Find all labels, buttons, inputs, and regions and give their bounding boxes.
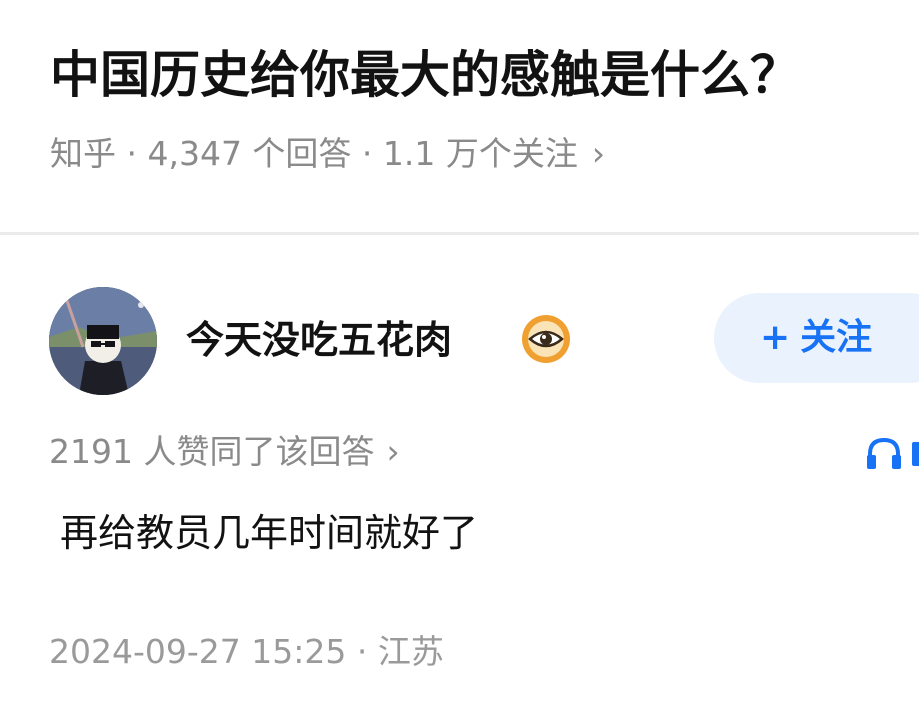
upvote-count[interactable]: 2191 人赞同了该回答 › — [49, 430, 400, 474]
question-title[interactable]: 中国历史给你最大的感触是什么？ — [50, 40, 800, 110]
section-divider — [0, 232, 919, 235]
upvote-count-text: 2191 人赞同了该回答 — [49, 432, 375, 471]
answer-content[interactable]: 再给教员几年时间就好了 — [60, 505, 478, 561]
follow-button-label: 关注 — [800, 317, 873, 358]
chevron-right-icon: › — [386, 432, 400, 471]
avatar[interactable] — [49, 287, 157, 395]
avatar-illustration — [49, 287, 157, 395]
eye-badge-icon[interactable] — [520, 313, 572, 365]
answer-timestamp-location: 2024-09-27 15:25 · 江苏 — [49, 632, 444, 671]
audio-control-edge[interactable] — [912, 442, 919, 466]
question-meta[interactable]: 知乎 · 4,347 个回答 · 1.1 万个关注 › — [50, 132, 605, 176]
chevron-right-icon: › — [591, 134, 606, 173]
question-meta-text: 知乎 · 4,347 个回答 · 1.1 万个关注 — [50, 134, 578, 173]
plus-icon: + — [760, 317, 791, 358]
follow-button[interactable]: + 关注 — [714, 293, 919, 383]
author-name[interactable]: 今天没吃五花肉 — [186, 312, 452, 368]
headphone-icon[interactable] — [866, 436, 902, 470]
